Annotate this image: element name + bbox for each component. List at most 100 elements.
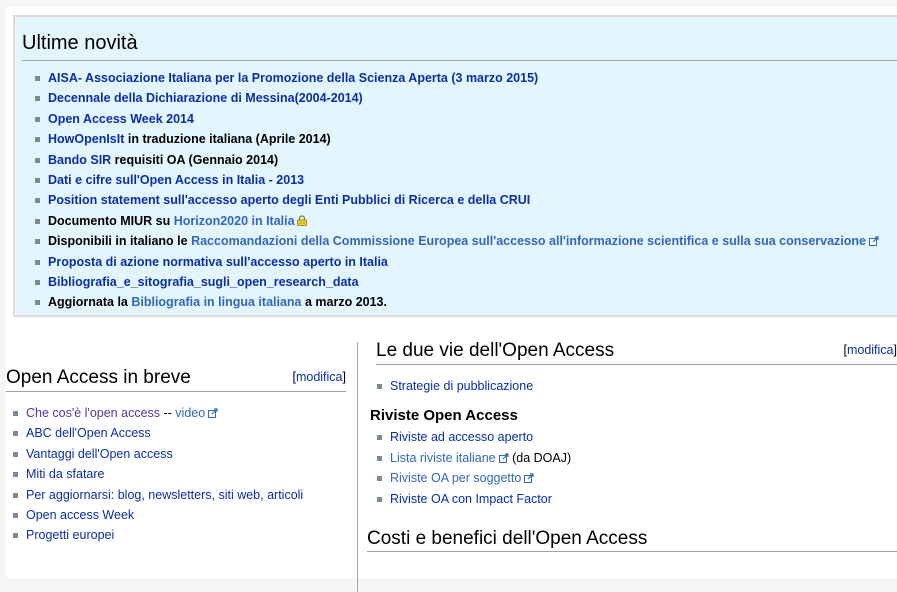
list-item: Aggiornata la Bibliografia in lingua ita… — [35, 292, 897, 312]
item-link[interactable]: Riviste ad accesso aperto — [390, 430, 533, 444]
column-divider — [357, 342, 358, 592]
bullet-icon — [35, 280, 40, 286]
strategie-list: Strategie di pubblicazione — [370, 376, 897, 396]
item-text: a marzo 2013. — [301, 295, 387, 310]
list-item: Strategie di pubblicazione — [370, 376, 897, 396]
item-text: requisiti OA (Gennaio 2014) — [111, 152, 279, 167]
item-link[interactable]: Miti da sfatare — [26, 467, 105, 481]
list-item: Vantaggi dell'Open access — [6, 444, 346, 464]
subsection-title: Riviste Open Access — [370, 407, 518, 425]
bullet-icon — [377, 455, 382, 461]
bullet-icon — [13, 492, 18, 498]
lock-icon — [296, 212, 307, 226]
list-item: Documento MIUR su Horizon2020 in Italia — [35, 211, 897, 231]
list-item: Per aggiornarsi: blog, newsletters, siti… — [6, 485, 346, 505]
external-link-icon — [498, 449, 509, 463]
list-item: Riviste OA per soggetto — [370, 468, 897, 488]
item-link[interactable]: Progetti europei — [26, 528, 114, 542]
item-link[interactable]: ABC dell'Open Access — [26, 426, 151, 440]
list-item: Open Access Week 2014 — [35, 109, 897, 129]
list-item: ABC dell'Open Access — [6, 423, 346, 443]
item-link[interactable]: Raccomandazioni della Commissione Europe… — [191, 234, 866, 248]
bullet-icon — [377, 384, 382, 389]
bullet-icon — [35, 198, 40, 204]
item-link[interactable]: Bando SIR — [48, 153, 111, 167]
item-link[interactable]: Bibliografia_e_sitografia_sugli_open_res… — [48, 275, 359, 289]
external-link-icon — [869, 232, 879, 247]
list-item: Disponibili in italiano le Raccomandazio… — [35, 231, 897, 251]
list-item: Position statement sull'accesso aperto d… — [35, 190, 897, 210]
bullet-icon — [13, 533, 18, 539]
item-link[interactable]: Decennale della Dichiarazione di Messina… — [48, 91, 363, 105]
list-item: Che cos'è l'open access -- video — [6, 403, 346, 423]
list-item: AISA- Associazione Italiana per la Promo… — [35, 68, 897, 88]
item-text: -- — [160, 406, 176, 420]
external-link-icon — [208, 404, 218, 418]
bullet-icon — [13, 431, 18, 437]
item-link[interactable]: Bibliografia in lingua italiana — [131, 295, 301, 309]
list-item: Riviste ad accesso aperto — [370, 427, 897, 447]
item-link[interactable]: Che cos'è l'open access — [26, 406, 160, 420]
item-text: Aggiornata la — [48, 295, 132, 310]
item-link[interactable]: Riviste OA con Impact Factor — [390, 492, 552, 506]
list-item: Riviste OA con Impact Factor — [370, 489, 897, 509]
bullet-icon — [35, 157, 40, 163]
list-item: Progetti europei — [6, 525, 346, 545]
list-item: Miti da sfatare — [6, 464, 346, 484]
news-box: Ultime novità AISA- Associazione Italian… — [13, 15, 897, 317]
bullet-icon — [35, 96, 40, 102]
item-link[interactable]: Position statement sull'accesso aperto d… — [48, 193, 530, 207]
item-text: Disponibili in italiano le — [48, 234, 192, 249]
news-list: AISA- Associazione Italiana per la Promo… — [35, 68, 897, 313]
list-item: Proposta di azione normativa sull'access… — [35, 252, 897, 272]
item-link[interactable]: Open Access Week 2014 — [48, 112, 194, 126]
list-item: Dati e cifre sull'Open Access in Italia … — [35, 170, 897, 190]
open-access-links: Che cos'è l'open access -- video ABC dell… — [6, 403, 346, 546]
item-link[interactable]: Proposta di azione normativa sull'access… — [48, 255, 388, 269]
bullet-icon — [35, 259, 40, 265]
bullet-icon — [13, 513, 18, 519]
item-text: (da DOAJ) — [508, 450, 572, 465]
item-text: in traduzione italiana (Aprile 2014) — [124, 132, 331, 147]
riviste-list: Riviste ad accesso aperto Lista riviste i… — [370, 427, 897, 509]
list-item: Bando SIR requisiti OA (Gennaio 2014) — [35, 150, 897, 170]
item-link[interactable]: HowOpenIsIt — [48, 132, 124, 146]
bullet-icon — [35, 178, 40, 184]
bullet-icon — [35, 300, 40, 306]
section-header: Open Access in breve [modifica] — [6, 364, 346, 392]
item-link[interactable]: Riviste OA per soggetto — [390, 471, 521, 485]
bullet-icon — [35, 116, 40, 122]
list-item: Decennale della Dichiarazione di Messina… — [35, 88, 897, 108]
item-link[interactable]: Horizon2020 in Italia — [174, 214, 295, 228]
item-link[interactable]: Per aggiornarsi: blog, newsletters, siti… — [26, 488, 303, 502]
section-title: Costi e benefici dell'Open Access — [367, 528, 648, 550]
item-link[interactable]: AISA- Associazione Italiana per la Promo… — [48, 71, 538, 85]
bullet-icon — [377, 496, 382, 502]
edit-link[interactable]: modifica — [847, 343, 894, 357]
bullet-icon — [13, 411, 18, 416]
edit-link[interactable]: modifica — [296, 370, 343, 384]
external-link-icon — [524, 469, 534, 484]
bullet-icon — [35, 239, 40, 245]
item-link[interactable]: Open access Week — [26, 508, 134, 522]
bullet-icon — [35, 76, 40, 81]
page-content: Ultime novità AISA- Associazione Italian… — [6, 7, 897, 592]
section-header: Le due vie dell'Open Access [modifica] — [376, 337, 897, 365]
bullet-icon — [35, 137, 40, 143]
bullet-icon — [377, 476, 382, 482]
list-item: Bibliografia_e_sitografia_sugli_open_res… — [35, 272, 897, 292]
list-item: HowOpenIsIt in traduzione italiana (Apri… — [35, 129, 897, 149]
section-due-vie: Le due vie dell'Open Access [modifica] S… — [367, 337, 897, 553]
item-link[interactable]: Strategie di pubblicazione — [390, 379, 533, 393]
bullet-icon — [13, 451, 18, 457]
list-item: Open access Week — [6, 505, 346, 525]
edit-section: [modifica] — [843, 343, 897, 357]
item-link[interactable]: Dati e cifre sull'Open Access in Italia … — [48, 173, 304, 187]
section-header-costi: Costi e benefici dell'Open Access — [367, 525, 897, 553]
bullet-icon — [377, 435, 382, 441]
list-item: Lista riviste italiane (da DOAJ) — [370, 448, 897, 468]
news-title: Ultime novità — [22, 31, 897, 61]
item-link[interactable]: video — [175, 406, 205, 420]
item-link[interactable]: Vantaggi dell'Open access — [26, 447, 173, 461]
item-link[interactable]: Lista riviste italiane — [390, 451, 496, 465]
